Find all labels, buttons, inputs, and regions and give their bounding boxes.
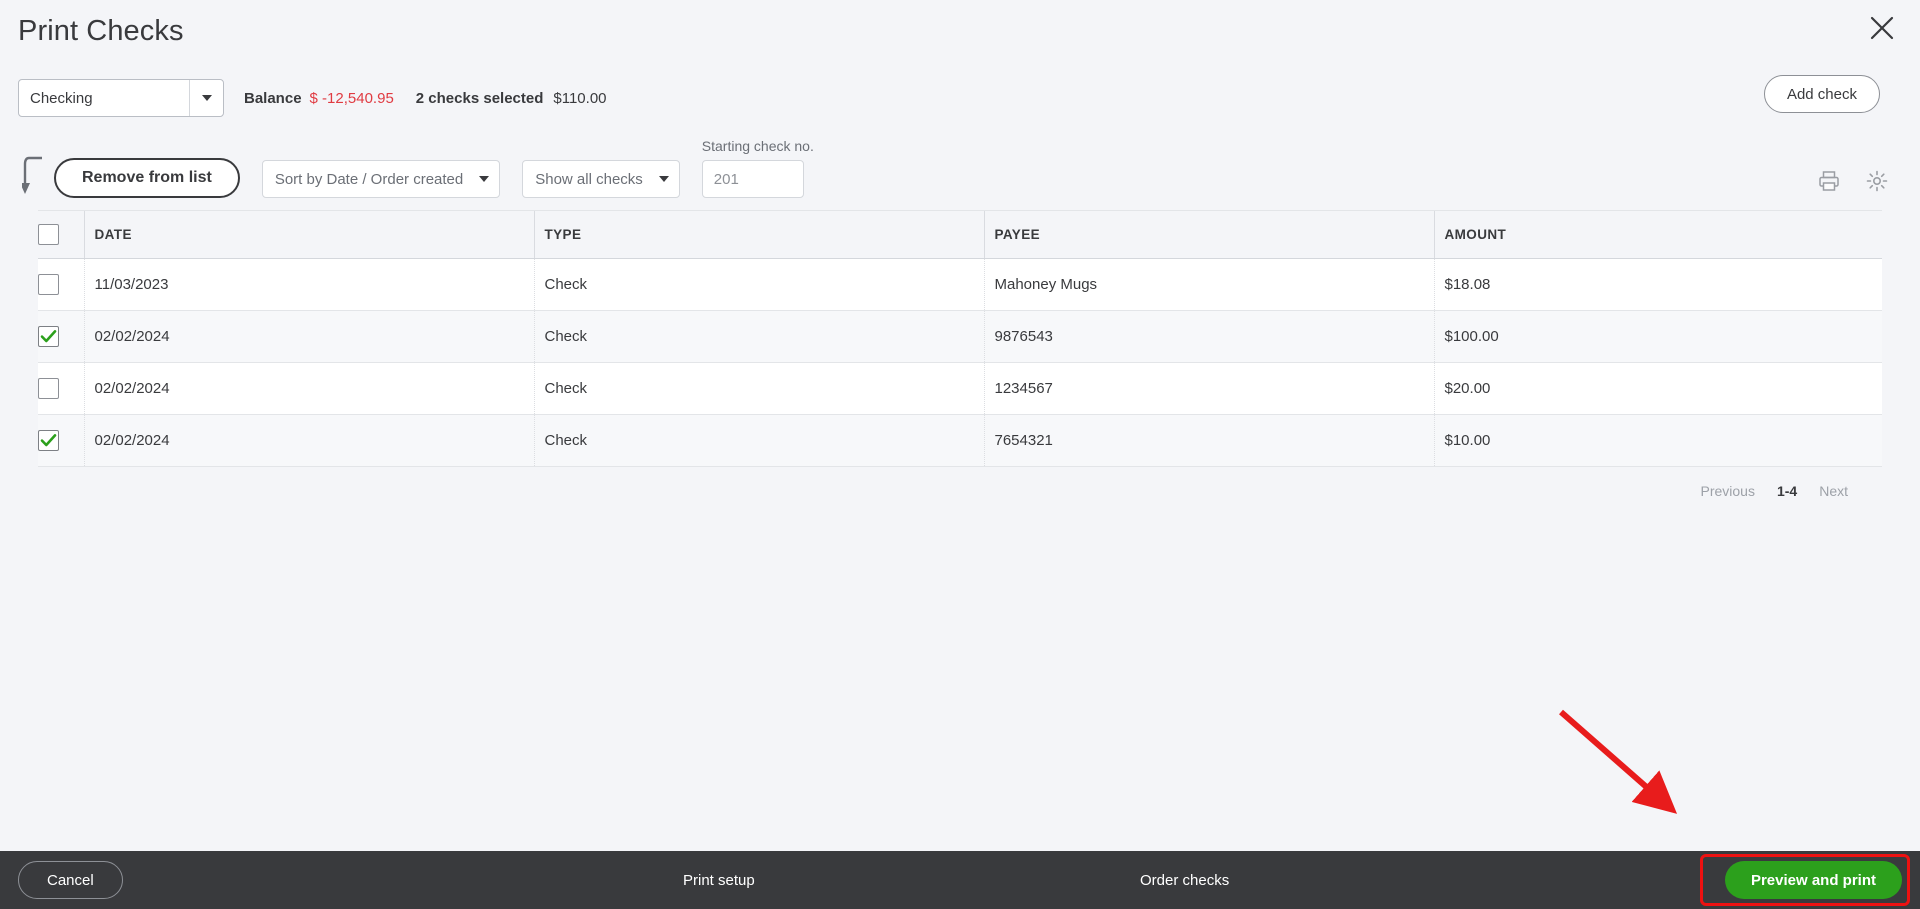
cell-date: 02/02/2024: [83, 414, 534, 467]
table-row[interactable]: 02/02/2024 Check 1234567 $20.00: [38, 362, 1882, 415]
curved-arrow-icon: [18, 154, 48, 198]
checks-selected-label: 2 checks selected: [415, 89, 544, 107]
chevron-down-icon: [479, 176, 490, 182]
row-checkbox[interactable]: [38, 430, 59, 451]
pagination-previous[interactable]: Previous: [1701, 483, 1755, 499]
add-check-button[interactable]: Add check: [1763, 75, 1880, 113]
sort-dropdown-value: Sort by Date / Order created: [274, 170, 464, 188]
row-select-cell: [38, 362, 84, 415]
table-row[interactable]: 02/02/2024 Check 9876543 $100.00: [38, 310, 1882, 363]
filter-dropdown-value: Show all checks: [535, 170, 643, 188]
page-title: Print Checks: [18, 14, 184, 47]
close-icon[interactable]: [1862, 8, 1902, 48]
select-all-header: [38, 210, 84, 259]
account-select[interactable]: Checking: [18, 79, 224, 117]
column-header-amount[interactable]: AMOUNT: [1433, 210, 1882, 259]
cell-date: 11/03/2023: [83, 258, 534, 311]
dialog-footer: Cancel Print setup Order checks Preview …: [0, 851, 1920, 909]
checks-selected-amount: $110.00: [553, 89, 607, 107]
balance-label: Balance: [244, 89, 302, 107]
table-row[interactable]: 11/03/2023 Check Mahoney Mugs $18.08: [38, 258, 1882, 311]
cell-date: 02/02/2024: [83, 362, 534, 415]
account-select-value: Checking: [30, 89, 93, 107]
dialog-titlebar: Print Checks: [0, 0, 1920, 62]
pagination-next[interactable]: Next: [1819, 483, 1848, 499]
column-header-payee[interactable]: PAYEE: [983, 210, 1434, 259]
remove-from-list-button[interactable]: Remove from list: [54, 158, 240, 198]
starting-check-no-group: Starting check no.: [701, 138, 814, 198]
cell-amount: $100.00: [1433, 310, 1882, 363]
checks-table: DATE TYPE PAYEE AMOUNT 11/03/2023 Check Ma…: [38, 210, 1882, 467]
order-checks-link[interactable]: Order checks: [1140, 872, 1229, 889]
balance-value: $ -12,540.95: [309, 89, 394, 107]
sort-dropdown[interactable]: Sort by Date / Order created: [261, 160, 501, 198]
cell-amount: $20.00: [1433, 362, 1882, 415]
cell-payee: 9876543: [983, 310, 1434, 363]
cell-amount: $10.00: [1433, 414, 1882, 467]
starting-check-no-label: Starting check no.: [701, 138, 814, 154]
row-select-cell: [38, 414, 84, 467]
checks-table-wrap: DATE TYPE PAYEE AMOUNT 11/03/2023 Check Ma…: [0, 210, 1920, 499]
preview-and-print-button[interactable]: Preview and print: [1724, 861, 1902, 899]
row-select-cell: [38, 258, 84, 311]
gear-icon[interactable]: [1866, 170, 1888, 192]
cell-payee: Mahoney Mugs: [983, 258, 1434, 311]
starting-check-no-input[interactable]: [701, 160, 804, 198]
chevron-down-icon: [658, 176, 669, 182]
cell-payee: 1234567: [983, 362, 1434, 415]
column-header-date[interactable]: DATE: [83, 210, 534, 259]
cell-amount: $18.08: [1433, 258, 1882, 311]
cell-type: Check: [533, 362, 984, 415]
cell-type: Check: [533, 414, 984, 467]
account-summary-row: Checking Balance $ -12,540.95 2 checks s…: [0, 62, 1920, 134]
table-row[interactable]: 02/02/2024 Check 7654321 $10.00: [38, 414, 1882, 467]
pagination-range: 1-4: [1776, 483, 1798, 499]
table-header-row: DATE TYPE PAYEE AMOUNT: [38, 210, 1882, 259]
balance-summary: Balance $ -12,540.95 2 checks selected $…: [244, 90, 607, 107]
checks-table-head: DATE TYPE PAYEE AMOUNT: [38, 210, 1882, 259]
select-all-checkbox[interactable]: [38, 224, 59, 245]
cell-type: Check: [533, 310, 984, 363]
cancel-button[interactable]: Cancel: [18, 861, 123, 899]
checks-toolbar: Remove from list Sort by Date / Order cr…: [0, 134, 1920, 210]
pagination: Previous 1-4 Next: [38, 467, 1882, 499]
row-checkbox[interactable]: [38, 274, 59, 295]
column-header-type[interactable]: TYPE: [533, 210, 984, 259]
row-checkbox[interactable]: [38, 326, 59, 347]
print-checks-dialog: Print Checks Checking Balance $ -12,540.…: [0, 0, 1920, 909]
row-select-cell: [38, 310, 84, 363]
cell-date: 02/02/2024: [83, 310, 534, 363]
toolbar-icon-group: [1818, 170, 1888, 192]
cell-type: Check: [533, 258, 984, 311]
printer-icon[interactable]: [1818, 170, 1840, 192]
row-checkbox[interactable]: [38, 378, 59, 399]
print-setup-link[interactable]: Print setup: [683, 872, 755, 889]
cell-payee: 7654321: [983, 414, 1434, 467]
checks-table-body: 11/03/2023 Check Mahoney Mugs $18.08 02/02/2…: [38, 258, 1882, 467]
filter-dropdown[interactable]: Show all checks: [522, 160, 680, 198]
chevron-down-icon[interactable]: [189, 80, 223, 116]
